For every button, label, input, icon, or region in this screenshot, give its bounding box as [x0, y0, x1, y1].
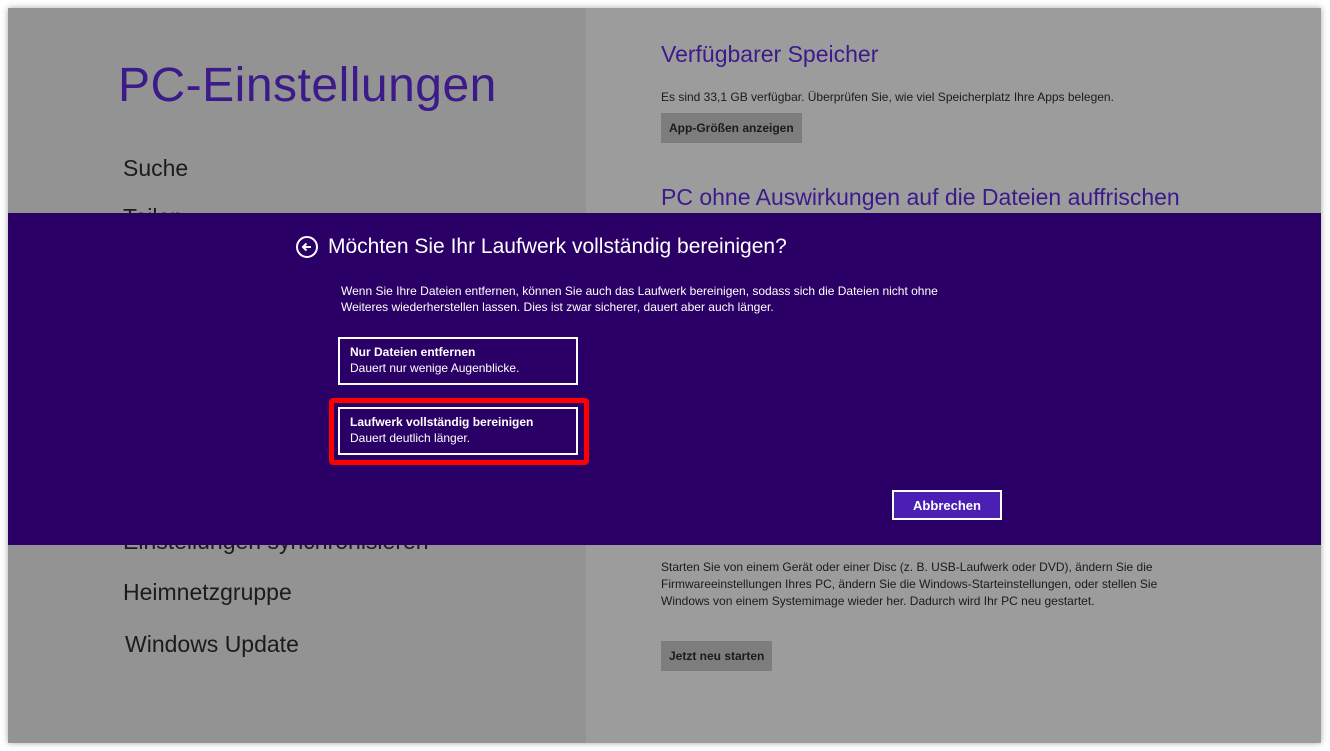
dialog-title-text: Möchten Sie Ihr Laufwerk vollständig ber… [328, 235, 787, 258]
back-arrow-glyph [301, 242, 311, 252]
nav-item-heimnetzgruppe[interactable]: Heimnetzgruppe [123, 579, 292, 606]
restart-now-button[interactable]: Jetzt neu starten [661, 641, 773, 671]
dialog-description: Wenn Sie Ihre Dateien entfernen, können … [341, 284, 938, 314]
option2-title: Laufwerk vollständig bereinigen [350, 415, 534, 429]
app-window: PC-Einstellungen Suche Teilen Einstellun… [8, 8, 1321, 743]
advanced-text: Starten Sie von einem Gerät oder einer D… [661, 560, 1158, 608]
app-sizes-button[interactable]: App-Größen anzeigen [661, 113, 802, 143]
nav-item-suche[interactable]: Suche [123, 155, 188, 182]
option1-subtitle: Dauert nur wenige Augenblicke. [350, 361, 520, 375]
remove-files-only-option[interactable]: Nur Dateien entfernen Dauert nur wenige … [338, 337, 578, 385]
option2-subtitle: Dauert deutlich länger. [350, 431, 471, 445]
back-arrow-icon[interactable] [296, 236, 318, 258]
nav-item-windows-update[interactable]: Windows Update [125, 631, 299, 658]
page-title: PC-Einstellungen [118, 59, 497, 112]
storage-heading: Verfügbarer Speicher [661, 41, 879, 67]
option1-title: Nur Dateien entfernen [350, 345, 476, 359]
fully-clean-drive-option[interactable]: Laufwerk vollständig bereinigen Dauert d… [338, 407, 578, 455]
storage-text: Es sind 33,1 GB verfügbar. Überprüfen Si… [661, 90, 1114, 104]
wipe-drive-dialog: Möchten Sie Ihr Laufwerk vollständig ber… [8, 213, 1321, 545]
dialog-title: Möchten Sie Ihr Laufwerk vollständig ber… [296, 235, 787, 259]
cancel-button[interactable]: Abbrechen [892, 490, 1002, 520]
refresh-heading: PC ohne Auswirkungen auf die Dateien auf… [661, 184, 1180, 210]
